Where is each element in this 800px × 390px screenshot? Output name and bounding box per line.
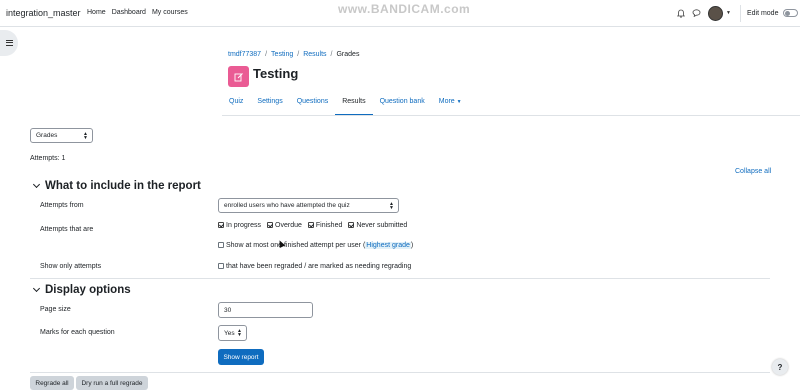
nav-my-courses[interactable]: My courses [152,9,188,16]
section-include-header[interactable]: What to include in the report [32,180,201,192]
bell-icon[interactable] [675,7,687,19]
footer-divider [30,372,770,373]
user-avatar[interactable] [708,5,723,21]
attempts-from-select[interactable]: enrolled users who have attempted the qu… [218,198,399,213]
breadcrumb-current: Grades [336,51,360,58]
attempt-states: In progress Overdue Finished Never submi… [218,222,407,229]
state-never-submitted[interactable]: Never submitted [348,222,407,229]
page-size-label: Page size [40,306,71,313]
show-report-button[interactable]: Show report [218,349,264,365]
attempts-from-label: Attempts from [40,202,84,209]
grade-method-highlight: Highest grade [365,242,411,249]
show-at-most-one-option[interactable]: Show at most one finished attempt per us… [218,242,413,249]
primary-nav: Home Dashboard My courses [87,9,188,16]
chat-icon[interactable] [690,7,702,19]
breadcrumb-course[interactable]: tmdf77387 [228,51,261,58]
show-only-label: Show only attempts [40,263,102,270]
quiz-icon [228,66,249,87]
select-arrows-icon: ▲ ▼ [237,328,242,338]
regrade-all-button[interactable]: Regrade all [30,376,74,390]
nav-home[interactable]: Home [87,9,106,16]
collapse-all-link[interactable]: Collapse all [735,168,771,175]
section-divider [30,278,770,279]
course-index-toggle[interactable] [0,30,18,56]
state-overdue[interactable]: Overdue [267,222,302,229]
select-arrows-icon: ▲ ▼ [83,130,88,141]
state-in-progress[interactable]: In progress [218,222,261,229]
checkbox[interactable] [218,263,224,269]
select-arrows-icon: ▲ ▼ [389,200,394,211]
tab-quiz[interactable]: Quiz [222,92,250,116]
checkbox[interactable] [267,222,274,228]
attempts-count: Attempts: 1 [30,155,66,162]
tab-questions[interactable]: Questions [290,92,336,116]
chevron-down-icon [32,284,41,293]
site-name[interactable]: integration_master [6,8,81,18]
chevron-down-icon: ▼ [456,99,462,105]
list-icon [5,40,13,46]
dry-run-regrade-button[interactable]: Dry run a full regrade [76,376,148,390]
divider [739,4,741,22]
marks-label: Marks for each question [40,329,115,336]
page-size-input[interactable]: 30 [218,302,313,318]
attempts-that-are-label: Attempts that are [40,226,94,233]
tab-more[interactable]: More ▼ [432,92,469,116]
user-controls: ▼ Edit mode [675,4,799,22]
tab-settings[interactable]: Settings [250,92,289,116]
state-finished[interactable]: Finished [307,222,342,229]
chevron-down-icon[interactable]: ▼ [726,10,731,16]
breadcrumb: tmdf77387 / Testing / Results / Grades [228,51,360,58]
top-navbar: integration_master Home Dashboard My cou… [0,0,800,27]
breadcrumb-quiz[interactable]: Testing [271,51,293,58]
checkbox[interactable] [348,222,355,228]
nav-dashboard[interactable]: Dashboard [112,9,146,16]
nav-divider [222,115,800,116]
bandicam-watermark: www.BANDICAM.com [338,2,471,16]
help-button[interactable]: ? [772,359,788,375]
checkbox[interactable] [307,222,314,228]
report-type-select[interactable]: Grades ▲ ▼ [30,128,93,143]
secondary-nav: Quiz Settings Questions Results Question… [222,92,469,116]
tab-results[interactable]: Results [335,92,373,116]
breadcrumb-results[interactable]: Results [303,51,326,58]
edit-mode-toggle[interactable] [783,9,799,17]
show-only-option[interactable]: that have been regraded / are marked as … [218,263,411,270]
section-display-header[interactable]: Display options [32,284,131,296]
checkbox[interactable] [218,242,224,248]
marks-select[interactable]: Yes ▲ ▼ [218,325,247,341]
checkbox[interactable] [218,222,224,228]
tab-question-bank[interactable]: Question bank [373,92,432,116]
page-title: Testing [253,66,299,81]
chevron-down-icon [32,180,41,189]
edit-mode-label: Edit mode [746,9,779,17]
